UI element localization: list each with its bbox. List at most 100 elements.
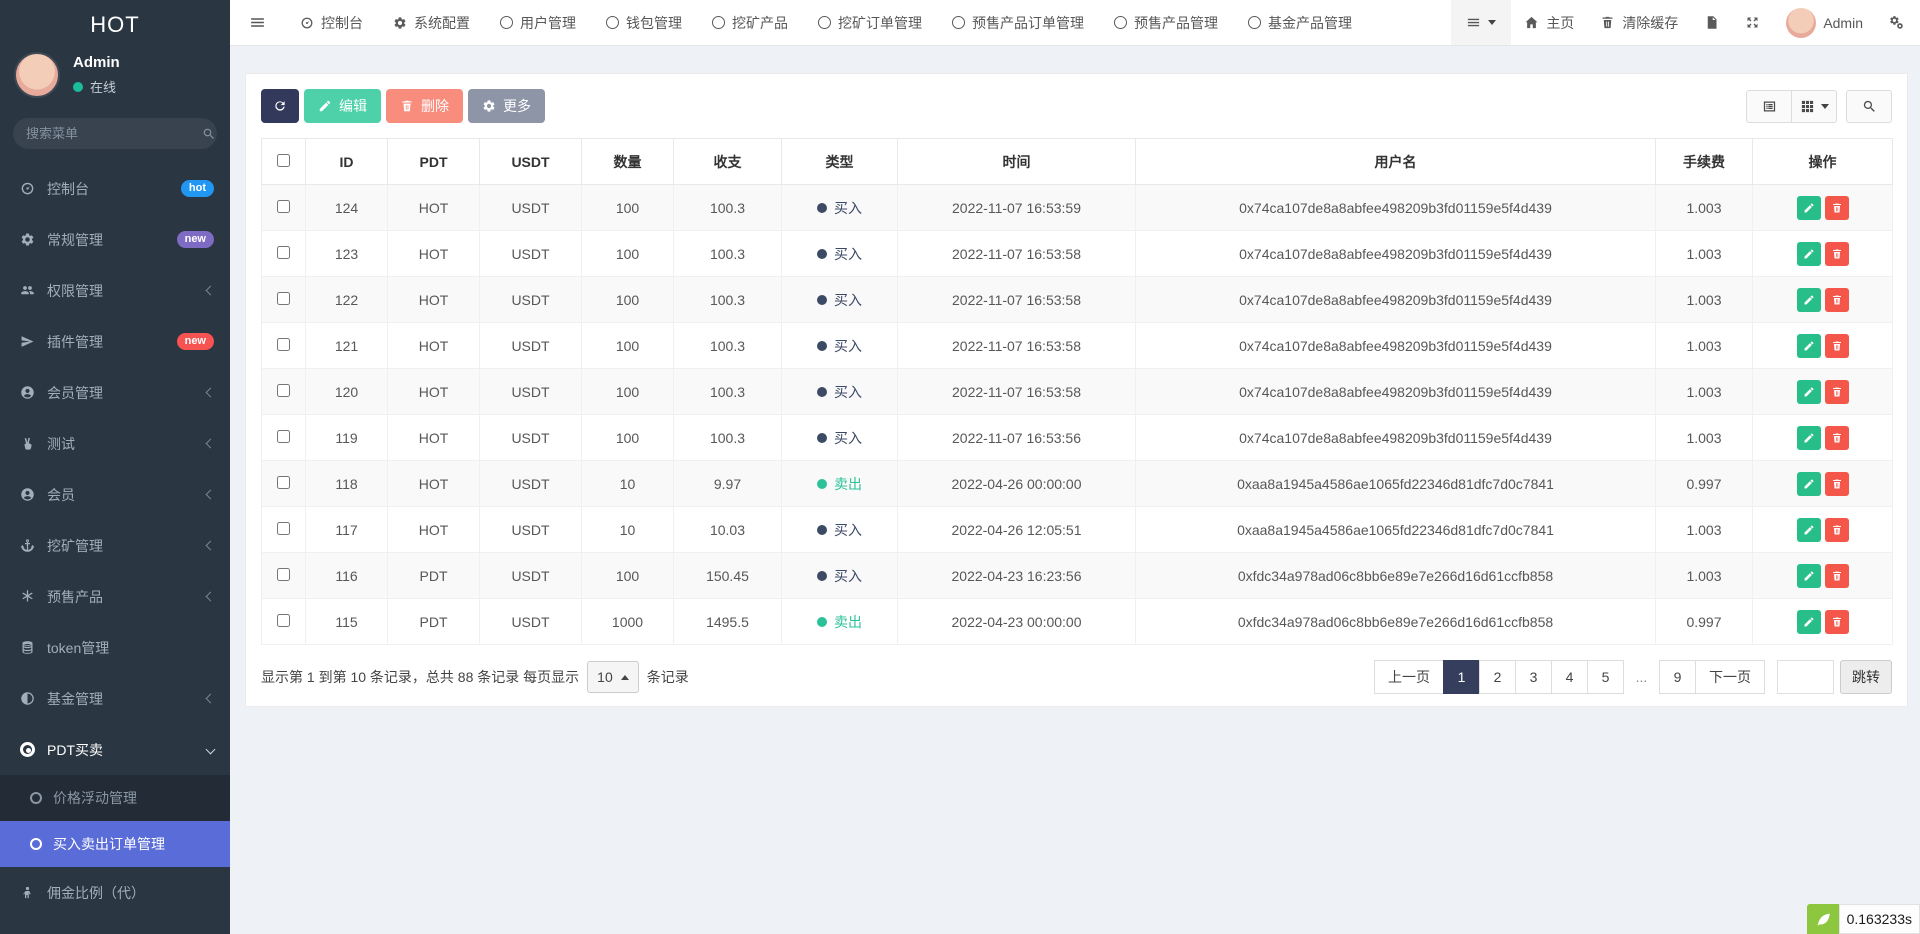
tab-8[interactable]: 基金产品管理 <box>1233 0 1367 45</box>
sidebar-item-3[interactable]: 插件管理new <box>0 316 230 367</box>
next-page-button[interactable]: 下一页 <box>1695 660 1765 694</box>
row-delete-button[interactable] <box>1825 518 1849 542</box>
row-delete-button[interactable] <box>1825 426 1849 450</box>
row-edit-button[interactable] <box>1797 242 1821 266</box>
row-delete-button[interactable] <box>1825 334 1849 358</box>
cell-pdt: PDT <box>388 553 480 599</box>
trash-icon <box>1600 15 1615 30</box>
per-page-select[interactable]: 10 <box>587 661 639 693</box>
nav-user[interactable]: Admin <box>1773 0 1876 45</box>
brand-title: HOT <box>0 0 230 46</box>
menu-search[interactable] <box>13 118 217 149</box>
sidebar-item-5[interactable]: 测试 <box>0 418 230 469</box>
jump-page-input[interactable] <box>1777 660 1834 694</box>
fullscreen-icon <box>1745 15 1760 30</box>
avatar[interactable] <box>14 52 60 98</box>
nav-clear-cache[interactable]: 清除缓存 <box>1587 0 1691 45</box>
row-edit-button[interactable] <box>1797 196 1821 220</box>
row-checkbox[interactable] <box>277 384 290 397</box>
row-delete-button[interactable] <box>1825 288 1849 312</box>
sidebar-item-11[interactable]: PDT买卖 <box>0 724 230 775</box>
prev-page-button[interactable]: 上一页 <box>1374 660 1444 694</box>
cell-id: 117 <box>306 507 388 553</box>
detail-view-button[interactable] <box>1746 90 1792 123</box>
page-button-5[interactable]: 5 <box>1587 660 1624 694</box>
tab-6[interactable]: 预售产品订单管理 <box>937 0 1099 45</box>
more-button[interactable]: 更多 <box>468 89 545 123</box>
row-delete-button[interactable] <box>1825 196 1849 220</box>
tab-3[interactable]: 钱包管理 <box>591 0 697 45</box>
nav-fullscreen[interactable] <box>1732 0 1773 45</box>
tab-5[interactable]: 挖矿订单管理 <box>803 0 937 45</box>
row-checkbox[interactable] <box>277 476 290 489</box>
sidebar-subitem-0[interactable]: 价格浮动管理 <box>0 775 230 821</box>
cell-time: 2022-11-07 16:53:58 <box>898 323 1136 369</box>
sidebar-item-1[interactable]: 常规管理new <box>0 214 230 265</box>
row-edit-button[interactable] <box>1797 518 1821 542</box>
sidebar-item-after-0[interactable]: 佣金比例（代） <box>0 867 230 918</box>
refresh-button[interactable] <box>261 89 299 123</box>
row-checkbox[interactable] <box>277 292 290 305</box>
row-checkbox[interactable] <box>277 200 290 213</box>
sidebar-subitem-1[interactable]: 买入卖出订单管理 <box>0 821 230 867</box>
tab-2[interactable]: 用户管理 <box>485 0 591 45</box>
page-button-1[interactable]: 1 <box>1443 660 1480 694</box>
sidebar-item-7[interactable]: 挖矿管理 <box>0 520 230 571</box>
row-checkbox[interactable] <box>277 430 290 443</box>
row-delete-button[interactable] <box>1825 380 1849 404</box>
row-edit-button[interactable] <box>1797 380 1821 404</box>
row-edit-button[interactable] <box>1797 288 1821 312</box>
type-label: 卖出 <box>834 474 862 494</box>
page-button-3[interactable]: 3 <box>1515 660 1552 694</box>
sidebar-item-10[interactable]: 基金管理 <box>0 673 230 724</box>
sidebar-item-6[interactable]: 会员 <box>0 469 230 520</box>
row-edit-button[interactable] <box>1797 472 1821 496</box>
table-row: 123HOTUSDT100100.3买入2022-11-07 16:53:580… <box>262 231 1893 277</box>
menu-search-input[interactable] <box>26 126 202 141</box>
table-search-button[interactable] <box>1846 90 1892 123</box>
row-checkbox[interactable] <box>277 614 290 627</box>
row-edit-button[interactable] <box>1797 426 1821 450</box>
caret-up-icon <box>621 675 629 680</box>
row-delete-button[interactable] <box>1825 242 1849 266</box>
tab-0[interactable]: 控制台 <box>285 0 378 45</box>
sidebar-item-4[interactable]: 会员管理 <box>0 367 230 418</box>
row-edit-button[interactable] <box>1797 610 1821 634</box>
tab-4[interactable]: 挖矿产品 <box>697 0 803 45</box>
delete-button[interactable]: 删除 <box>386 89 463 123</box>
cell-type: 卖出 <box>782 599 898 645</box>
nav-menu-dropdown[interactable] <box>1451 0 1511 45</box>
cell-id: 121 <box>306 323 388 369</box>
cell-id: 124 <box>306 185 388 231</box>
tab-7[interactable]: 预售产品管理 <box>1099 0 1233 45</box>
row-checkbox[interactable] <box>277 338 290 351</box>
sidebar-item-0[interactable]: 控制台hot <box>0 163 230 214</box>
cell-id: 120 <box>306 369 388 415</box>
nav-refresh-page[interactable] <box>1691 0 1732 45</box>
jump-button[interactable]: 跳转 <box>1840 660 1892 694</box>
tab-label: 预售产品订单管理 <box>972 13 1084 33</box>
row-edit-button[interactable] <box>1797 564 1821 588</box>
page-button-2[interactable]: 2 <box>1479 660 1516 694</box>
row-checkbox[interactable] <box>277 522 290 535</box>
row-checkbox[interactable] <box>277 568 290 581</box>
hamburger-icon[interactable] <box>230 14 285 31</box>
page-button-4[interactable]: 4 <box>1551 660 1588 694</box>
leaf-icon[interactable] <box>1807 904 1839 934</box>
sidebar-item-8[interactable]: 预售产品 <box>0 571 230 622</box>
page-button-9[interactable]: 9 <box>1659 660 1696 694</box>
nav-settings[interactable] <box>1876 0 1920 45</box>
nav-home[interactable]: 主页 <box>1511 0 1587 45</box>
row-delete-button[interactable] <box>1825 564 1849 588</box>
columns-toggle-button[interactable] <box>1791 90 1837 123</box>
asterisk-icon <box>20 589 35 604</box>
row-edit-button[interactable] <box>1797 334 1821 358</box>
edit-button[interactable]: 编辑 <box>304 89 381 123</box>
select-all-checkbox[interactable] <box>277 154 290 167</box>
sidebar-item-9[interactable]: token管理 <box>0 622 230 673</box>
row-delete-button[interactable] <box>1825 472 1849 496</box>
sidebar-item-2[interactable]: 权限管理 <box>0 265 230 316</box>
row-checkbox[interactable] <box>277 246 290 259</box>
row-delete-button[interactable] <box>1825 610 1849 634</box>
tab-1[interactable]: 系统配置 <box>378 0 485 45</box>
